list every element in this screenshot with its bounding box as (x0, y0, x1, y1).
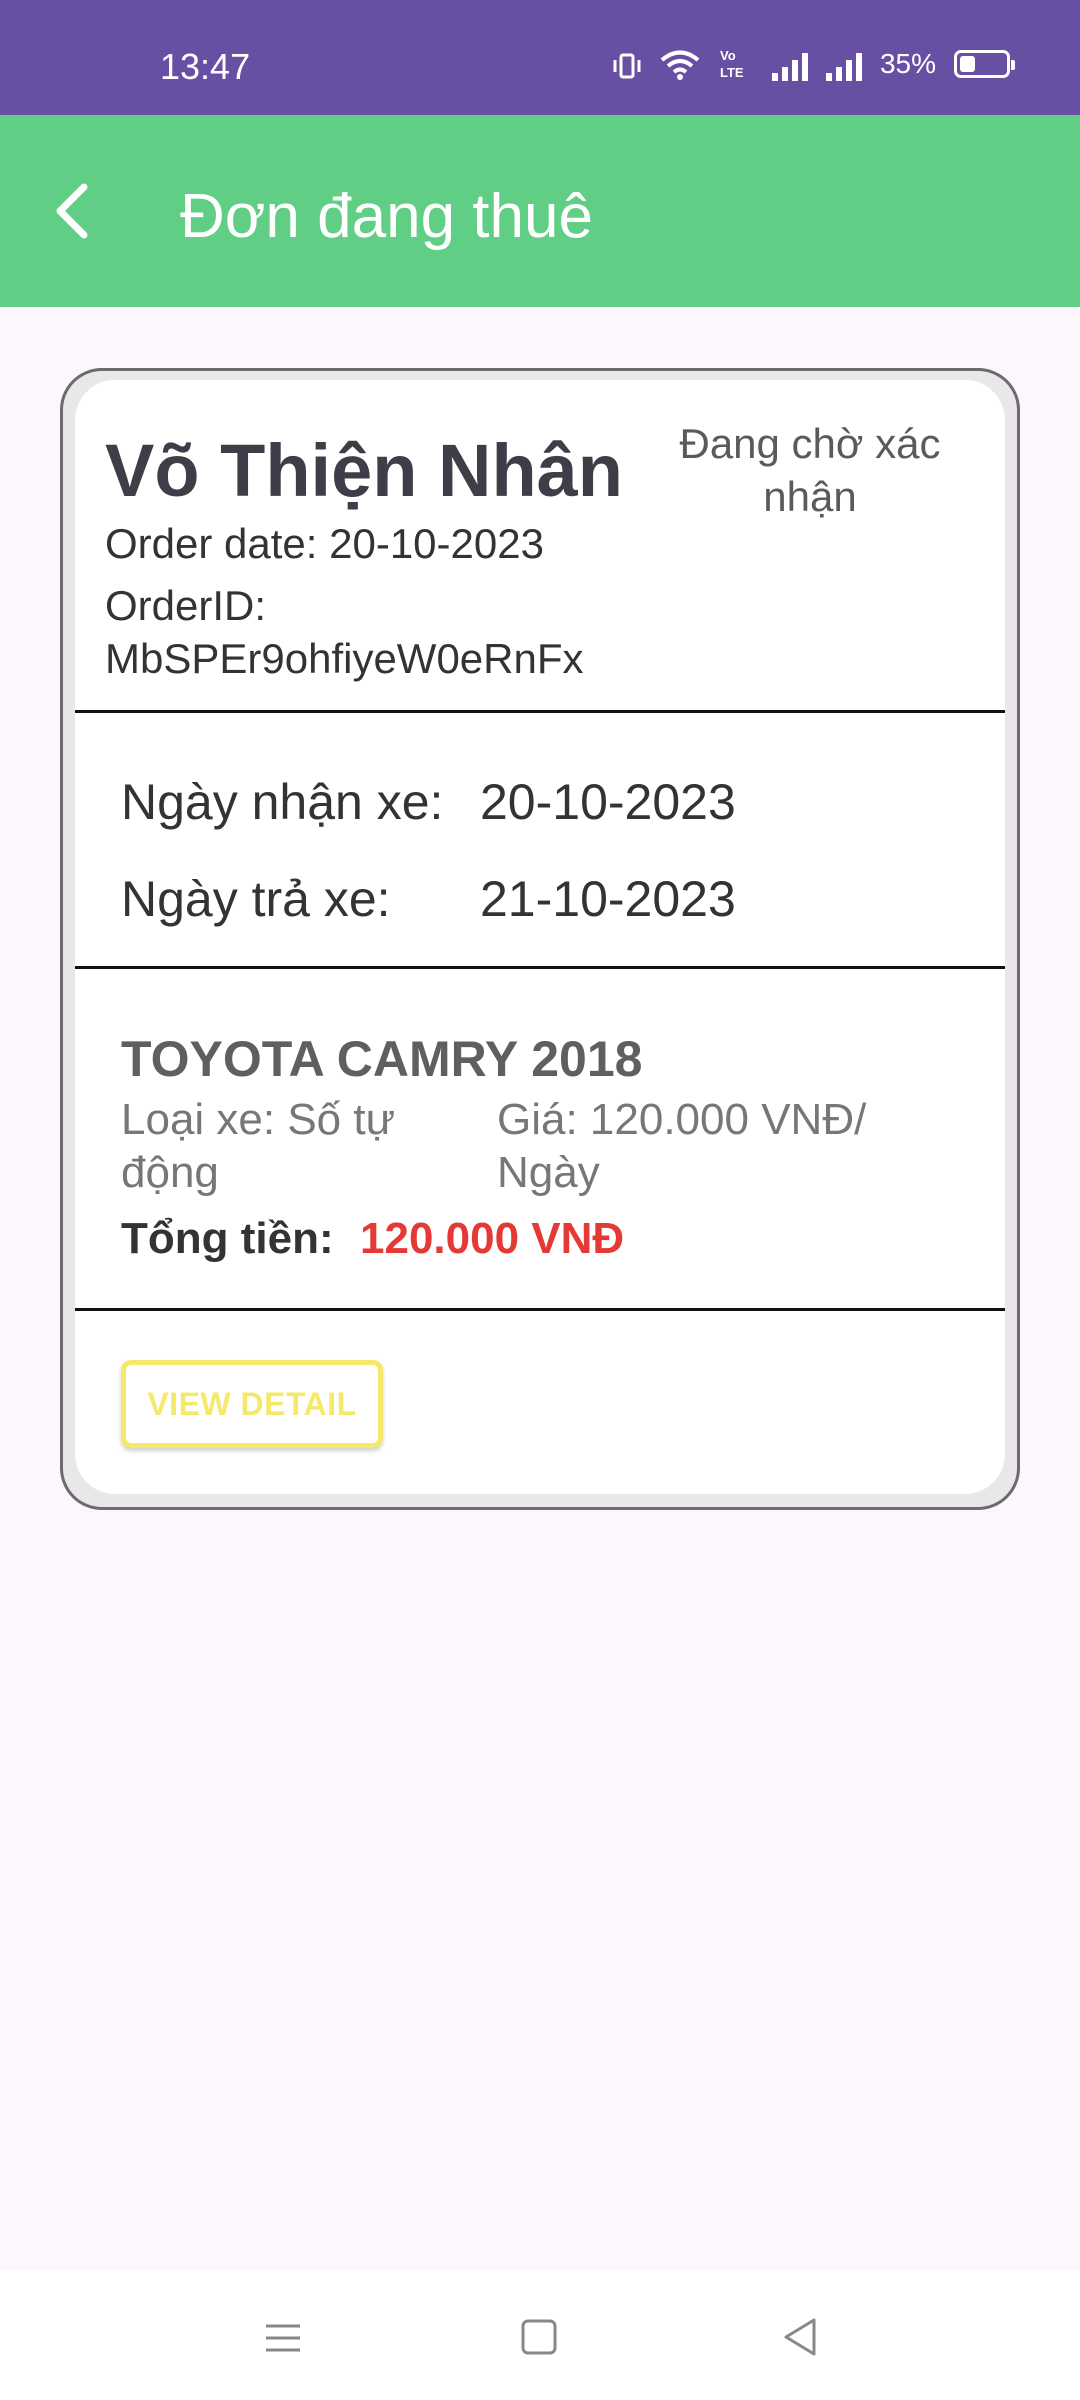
status-icons: Vo LTE 35% (612, 44, 1015, 84)
signal-icon (771, 47, 808, 81)
view-detail-button[interactable]: VIEW DETAIL (121, 1360, 383, 1448)
back-button[interactable] (40, 175, 112, 247)
svg-text:LTE: LTE (720, 65, 744, 80)
car-price: Giá: 120.000 VNĐ/ Ngày (497, 1095, 867, 1197)
battery-percent: 35% (879, 48, 936, 79)
battery-icon (954, 50, 1015, 78)
status-time: 13:47 (160, 46, 251, 87)
page-title: Đơn đang thuê (180, 182, 593, 251)
total-value: 120.000 VNĐ (360, 1214, 625, 1263)
divider (75, 966, 1005, 969)
vibrate-icon (612, 47, 642, 81)
order-card: Võ Thiện Nhân Đang chờ xác nhận Order da… (75, 380, 1005, 1494)
pickup-date-value: 20-10-2023 (480, 774, 736, 830)
app-bar: Đơn đang thuê (0, 115, 1080, 307)
system-nav-bar (0, 2270, 1080, 2400)
pickup-date-label: Ngày nhận xe: (121, 774, 444, 830)
car-name: TOYOTA CAMRY 2018 (121, 1031, 643, 1087)
chevron-left-icon (56, 183, 88, 239)
svg-text:Vo: Vo (720, 48, 736, 63)
menu-icon[interactable] (252, 2308, 312, 2368)
wifi-icon (660, 47, 700, 81)
divider (75, 710, 1005, 713)
order-date: Order date: 20-10-2023 (105, 520, 544, 567)
back-icon[interactable] (770, 2308, 830, 2368)
divider (75, 1308, 1005, 1311)
return-date-label: Ngày trả xe: (121, 871, 391, 927)
customer-name: Võ Thiện Nhân (105, 429, 623, 512)
home-icon[interactable] (510, 2308, 570, 2368)
return-date-value: 21-10-2023 (480, 871, 736, 927)
car-type: Loại xe: Số tự động (121, 1095, 396, 1197)
total-label: Tổng tiền: (121, 1214, 334, 1263)
order-id: OrderID: MbSPEr9ohfiyeW0eRnFx (105, 582, 584, 682)
signal-icon (825, 47, 862, 81)
battery-level (960, 56, 976, 72)
status-bar: 13:47 Vo LTE 35% (0, 0, 1080, 115)
volte-icon: Vo LTE (718, 47, 754, 81)
order-status: Đang chờ xác nhận (679, 420, 941, 520)
